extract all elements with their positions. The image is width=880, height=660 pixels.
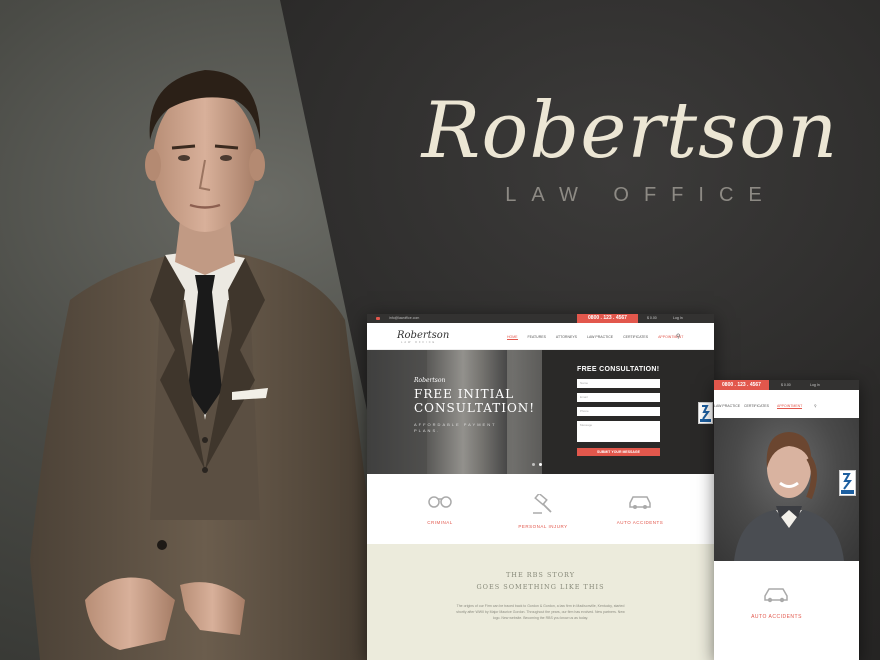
- nav-item-certificates[interactable]: CERTIFICATES: [623, 335, 648, 340]
- tablet-phone[interactable]: 0800 . 123 . 4567: [714, 380, 769, 390]
- brand-title: Robertson: [421, 86, 839, 176]
- story-section: THE RBS STORY GOES SOMETHING LIKE THIS T…: [367, 544, 714, 660]
- tablet-nav-law-practice[interactable]: LAW PRACTICE: [714, 404, 740, 408]
- phone-field[interactable]: Phone: [577, 407, 660, 416]
- attorney-photo: [714, 418, 859, 561]
- topbar-phone[interactable]: 0800 . 123 . 4567: [577, 314, 638, 323]
- tablet-topbar: 0800 . 123 . 4567 $ 0.00 Log In: [714, 380, 859, 390]
- story-title-line1: THE RBS STORY: [505, 571, 576, 579]
- car-icon: [764, 588, 788, 603]
- cart-link[interactable]: $ 0.00: [647, 316, 657, 320]
- tablet-nav-appointment[interactable]: APPOINTMENT: [777, 404, 803, 409]
- desktop-mockup: info@lawoffice.com 0800 . 123 . 4567 $ 0…: [367, 314, 714, 660]
- service-label: PERSONAL INJURY: [518, 524, 568, 529]
- search-icon[interactable]: ⚲: [814, 404, 817, 408]
- service-criminal[interactable]: CRIMINAL: [400, 494, 480, 525]
- handcuffs-icon: [428, 496, 452, 508]
- mail-icon: [376, 317, 380, 320]
- lawyer-portrait: [30, 70, 380, 660]
- story-text: The origins of our Firm can be traced ba…: [456, 603, 625, 620]
- service-label: AUTO ACCIDENTS: [616, 520, 664, 525]
- tablet-cart-link[interactable]: $ 0.00: [781, 383, 791, 387]
- bbb-badge-icon[interactable]: [839, 470, 856, 496]
- hero-brand: Robertson LAW OFFICE: [420, 92, 840, 207]
- gavel-icon: [533, 494, 552, 514]
- tablet-nav: LAW PRACTICE CERTIFICATES APPOINTMENT ⚲: [714, 390, 859, 418]
- slide-logo: Robertson: [414, 377, 446, 384]
- form-title: FREE CONSULTATION!: [577, 366, 660, 373]
- topbar: info@lawoffice.com 0800 . 123 . 4567 $ 0…: [367, 314, 714, 323]
- name-field[interactable]: Name: [577, 379, 660, 388]
- slider-dot[interactable]: [532, 463, 535, 466]
- slide-subtitle: AFFORDABLE PAYMENT PLANS.: [414, 422, 497, 434]
- search-icon[interactable]: ⚲: [676, 333, 680, 340]
- tablet-mockup: 0800 . 123 . 4567 $ 0.00 Log In LAW PRAC…: [714, 380, 859, 660]
- tablet-login-link[interactable]: Log In: [810, 383, 820, 387]
- topbar-email[interactable]: info@lawoffice.com: [389, 316, 419, 320]
- email-field[interactable]: Email: [577, 393, 660, 402]
- site-logo-subtitle: LAW OFFICE: [401, 341, 437, 344]
- site-logo[interactable]: Robertson: [397, 330, 449, 341]
- story-title-line2: GOES SOMETHING LIKE THIS: [476, 583, 605, 592]
- nav-item-attorneys[interactable]: ATTORNEYS: [556, 335, 577, 340]
- nav-menu: HOME FEATURES ATTORNEYS LAW PRACTICE CER…: [507, 335, 683, 340]
- car-icon: [629, 496, 651, 509]
- login-link[interactable]: Log In: [673, 316, 683, 320]
- nav-item-law-practice[interactable]: LAW PRACTICE: [587, 335, 613, 340]
- brand-subtitle: LAW OFFICE: [505, 184, 777, 206]
- story-title: THE RBS STORY GOES SOMETHING LIKE THIS: [367, 569, 714, 594]
- message-field[interactable]: Message: [577, 421, 660, 442]
- service-personal-injury[interactable]: PERSONAL INJURY: [503, 494, 583, 529]
- nav-item-features[interactable]: FEATURES: [528, 335, 546, 340]
- service-auto-accidents[interactable]: AUTO ACCIDENTS: [600, 494, 680, 525]
- service-label: CRIMINAL: [427, 520, 453, 525]
- main-nav: Robertson LAW OFFICE HOME FEATURES ATTOR…: [367, 323, 714, 350]
- consultation-form: FREE CONSULTATION! Name Email Phone Mess…: [542, 350, 714, 474]
- bbb-badge-icon[interactable]: [698, 402, 713, 424]
- tablet-nav-certificates[interactable]: CERTIFICATES: [744, 404, 769, 408]
- tablet-service-label[interactable]: AUTO ACCIDENTS: [714, 614, 839, 620]
- submit-button[interactable]: SUBMIT YOUR MESSAGE: [577, 448, 660, 456]
- nav-item-home[interactable]: HOME: [507, 335, 518, 340]
